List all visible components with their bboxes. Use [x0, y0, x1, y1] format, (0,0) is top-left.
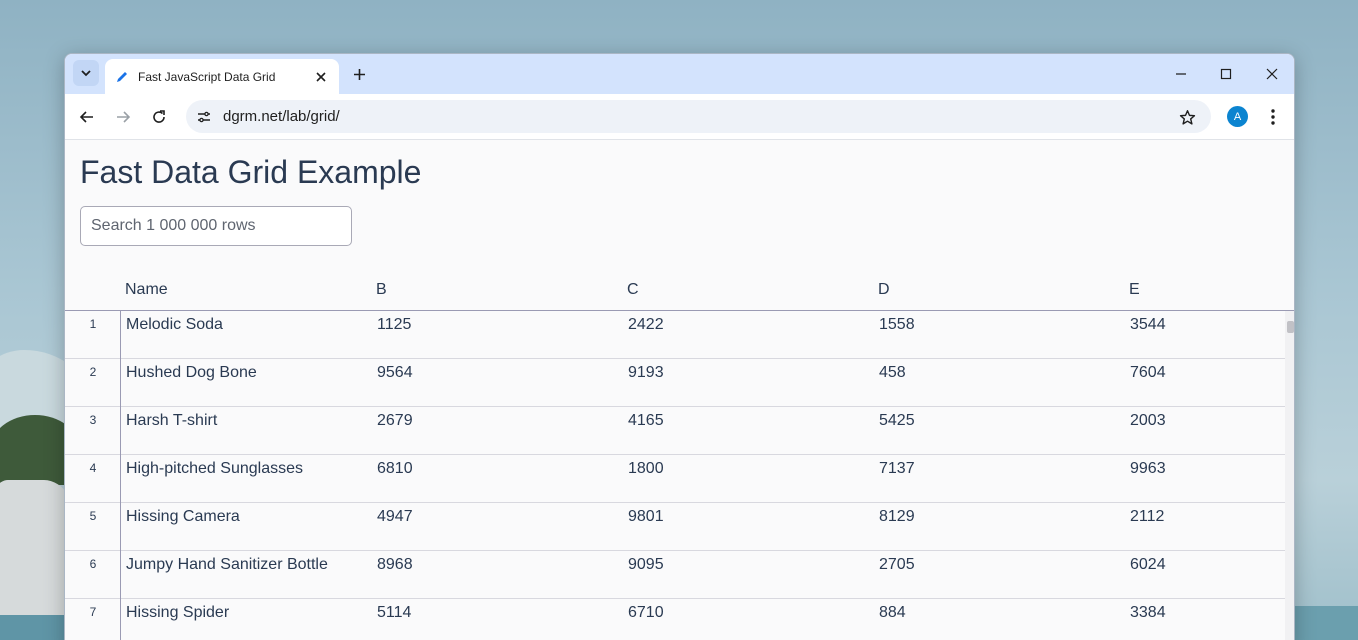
cell-name[interactable]: Hissing Camera	[126, 508, 240, 526]
desktop-wallpaper	[0, 330, 66, 640]
cell-e[interactable]: 2003	[1130, 412, 1166, 430]
reload-icon	[153, 110, 165, 123]
cell-c[interactable]: 9095	[628, 556, 664, 574]
minimize-icon	[1176, 73, 1186, 75]
cell-name[interactable]: Jumpy Hand Sanitizer Bottle	[126, 556, 328, 574]
cell-c[interactable]: 9801	[628, 508, 664, 526]
column-header-c[interactable]: C	[627, 281, 639, 299]
grid-body: 1 Melodic Soda 1125 2422 1558 3544 2 Hus…	[65, 311, 1285, 640]
table-row[interactable]: 1 Melodic Soda 1125 2422 1558 3544	[65, 311, 1285, 359]
cell-e[interactable]: 9963	[1130, 460, 1166, 478]
cell-name[interactable]: Harsh T-shirt	[126, 412, 217, 430]
table-row[interactable]: 4 High-pitched Sunglasses 6810 1800 7137…	[65, 455, 1285, 503]
table-row[interactable]: 7 Hissing Spider 5114 6710 884 3384	[65, 599, 1285, 640]
cell-e[interactable]: 3384	[1130, 604, 1166, 622]
cell-name[interactable]: Hushed Dog Bone	[126, 364, 257, 382]
cell-d[interactable]: 7137	[879, 460, 915, 478]
page-title: Fast Data Grid Example	[80, 154, 422, 190]
cell-c[interactable]: 9193	[628, 364, 664, 382]
cell-b[interactable]: 9564	[377, 364, 413, 382]
profile-avatar[interactable]: A	[1227, 106, 1248, 127]
plus-icon	[353, 68, 365, 80]
column-header-e[interactable]: E	[1129, 281, 1140, 299]
cell-d[interactable]: 8129	[879, 508, 915, 526]
table-row[interactable]: 3 Harsh T-shirt 2679 4165 5425 2003	[65, 407, 1285, 455]
row-number: 7	[89, 605, 97, 619]
grid-header: Name B C D E	[65, 271, 1294, 311]
url-text: dgrm.net/lab/grid/	[223, 108, 340, 125]
back-button[interactable]	[75, 105, 99, 129]
row-number: 3	[89, 413, 97, 427]
row-number: 1	[89, 317, 97, 331]
column-header-b[interactable]: B	[376, 281, 387, 299]
tab-strip: Fast JavaScript Data Grid	[65, 54, 1294, 94]
cell-c[interactable]: 1800	[628, 460, 664, 478]
cell-e[interactable]: 3544	[1130, 316, 1166, 334]
row-number: 6	[89, 557, 97, 571]
row-number-divider	[120, 311, 121, 640]
cell-b[interactable]: 8968	[377, 556, 413, 574]
row-number: 5	[89, 509, 97, 523]
cell-b[interactable]: 4947	[377, 508, 413, 526]
new-tab-button[interactable]	[348, 63, 370, 85]
cell-name[interactable]: Melodic Soda	[126, 316, 223, 334]
browser-menu-button[interactable]	[1263, 105, 1283, 129]
cell-d[interactable]: 1558	[879, 316, 915, 334]
browser-window: Fast JavaScript Data Grid dgrm.net/lab/g…	[64, 53, 1295, 640]
pencil-icon	[117, 71, 127, 82]
cell-name[interactable]: High-pitched Sunglasses	[126, 460, 303, 478]
address-bar[interactable]: dgrm.net/lab/grid/	[186, 100, 1211, 133]
cell-e[interactable]: 2112	[1130, 508, 1164, 526]
scrollbar-thumb[interactable]	[1287, 321, 1294, 333]
cell-c[interactable]: 2422	[628, 316, 664, 334]
grid-scrollbar[interactable]	[1285, 311, 1294, 640]
tab-title: Fast JavaScript Data Grid	[138, 69, 276, 84]
reload-button[interactable]	[147, 105, 171, 129]
search-input[interactable]	[80, 206, 352, 246]
tune-icon	[197, 111, 210, 122]
column-header-name[interactable]: Name	[125, 281, 168, 299]
arrow-right-icon	[117, 111, 131, 123]
cell-e[interactable]: 6024	[1130, 556, 1166, 574]
bookmark-button[interactable]	[1177, 107, 1197, 127]
star-icon	[1179, 109, 1195, 125]
chevron-down-icon	[81, 70, 91, 77]
column-header-d[interactable]: D	[878, 281, 890, 299]
row-number: 4	[89, 461, 97, 475]
cell-e[interactable]: 7604	[1130, 364, 1166, 382]
cell-b[interactable]: 1125	[377, 316, 411, 334]
close-icon	[1266, 68, 1278, 80]
more-vert-icon	[1271, 109, 1275, 125]
table-row[interactable]: 5 Hissing Camera 4947 9801 8129 2112	[65, 503, 1285, 551]
tab-search-button[interactable]	[73, 60, 99, 86]
cell-d[interactable]: 884	[879, 604, 906, 622]
minimize-button[interactable]	[1167, 62, 1195, 86]
cell-b[interactable]: 6810	[377, 460, 413, 478]
tab-active[interactable]: Fast JavaScript Data Grid	[105, 59, 339, 94]
cell-c[interactable]: 4165	[628, 412, 664, 430]
arrow-left-icon	[79, 111, 93, 123]
cell-name[interactable]: Hissing Spider	[126, 604, 229, 622]
forward-button[interactable]	[111, 105, 135, 129]
row-number: 2	[89, 365, 97, 379]
table-row[interactable]: 6 Jumpy Hand Sanitizer Bottle 8968 9095 …	[65, 551, 1285, 599]
maximize-icon	[1220, 68, 1232, 80]
cell-c[interactable]: 6710	[628, 604, 664, 622]
cell-d[interactable]: 5425	[879, 412, 915, 430]
site-info-button[interactable]	[192, 105, 215, 128]
tab-close-button[interactable]	[313, 69, 329, 85]
desktop-wallpaper-water	[1294, 606, 1358, 640]
maximize-button[interactable]	[1212, 62, 1240, 86]
close-window-button[interactable]	[1258, 62, 1286, 86]
page-content: Fast Data Grid Example Name B C D E 1 Me…	[65, 140, 1294, 640]
table-row[interactable]: 2 Hushed Dog Bone 9564 9193 458 7604	[65, 359, 1285, 407]
cell-d[interactable]: 2705	[879, 556, 915, 574]
cell-b[interactable]: 5114	[377, 604, 411, 622]
cell-b[interactable]: 2679	[377, 412, 413, 430]
close-icon	[316, 71, 326, 82]
browser-toolbar: dgrm.net/lab/grid/ A	[65, 94, 1294, 140]
cell-d[interactable]: 458	[879, 364, 906, 382]
